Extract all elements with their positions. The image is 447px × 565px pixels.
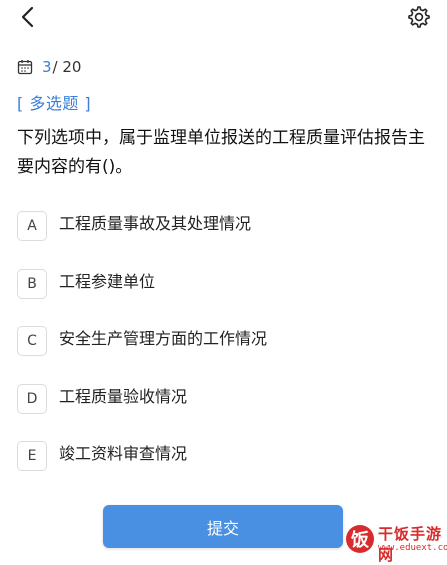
option-text: 工程质量事故及其处理情况 xyxy=(59,214,252,233)
gear-icon[interactable] xyxy=(405,4,431,30)
option-key[interactable]: D xyxy=(17,383,47,414)
watermark-url: www.eduext.com xyxy=(378,543,447,553)
option-key[interactable]: E xyxy=(17,441,47,471)
option-a[interactable]: A 工程质量事故及其处理情况 xyxy=(17,209,427,267)
watermark-logo: 饭 xyxy=(346,525,374,553)
option-e[interactable]: E 竣工资料审查情况 xyxy=(17,439,427,497)
top-bar xyxy=(0,0,447,34)
option-key[interactable]: A xyxy=(17,211,47,241)
option-text: 工程质量验收情况 xyxy=(59,386,188,406)
calendar-icon xyxy=(17,60,33,75)
options-list: A 工程质量事故及其处理情况 B 工程参建单位 C 安全生产管理方面的工作情况 … xyxy=(17,209,427,497)
current-question-number: 3 xyxy=(42,58,52,76)
option-c[interactable]: C 安全生产管理方面的工作情况 xyxy=(17,324,427,382)
total-questions: / 20 xyxy=(52,58,82,76)
option-text: 竣工资料审查情况 xyxy=(59,444,188,463)
chevron-left-icon[interactable] xyxy=(16,4,42,30)
submit-button[interactable]: 提交 xyxy=(103,505,343,548)
question-text: 下列选项中，属于监理单位报送的工程质量评估报告主要内容的有()。 xyxy=(17,128,425,177)
watermark: 饭 干饭手游网 www.eduext.com xyxy=(346,521,447,564)
question-progress: 3 / 20 xyxy=(17,57,81,77)
option-key[interactable]: C xyxy=(17,326,47,356)
option-b[interactable]: B 工程参建单位 xyxy=(17,267,427,325)
option-d[interactable]: D 工程质量验收情况 xyxy=(17,382,427,440)
option-key[interactable]: B xyxy=(17,268,47,299)
question-type-label: [ 多选题 ] xyxy=(17,94,92,113)
option-text: 工程参建单位 xyxy=(59,271,156,291)
option-text: 安全生产管理方面的工作情况 xyxy=(59,329,268,348)
